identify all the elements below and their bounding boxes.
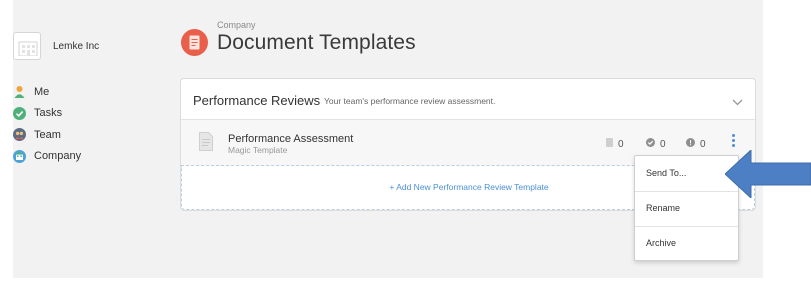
alert-count: 0 <box>686 138 706 150</box>
sidebar-item-label: Me <box>34 85 50 98</box>
company-icon <box>13 149 26 163</box>
chevron-down-icon[interactable] <box>732 93 743 111</box>
template-name: Performance Assessment <box>228 133 354 145</box>
menu-item-rename[interactable]: Rename <box>635 191 738 226</box>
sidebar-item-label: Tasks <box>34 107 63 120</box>
annotation-arrow-icon <box>725 150 811 198</box>
completed-count-value: 0 <box>660 138 666 150</box>
document-icon <box>181 29 208 56</box>
panel-header[interactable]: Performance Reviews Your team's performa… <box>181 79 755 120</box>
template-document-icon <box>199 132 213 156</box>
menu-item-archive[interactable]: Archive <box>635 226 738 261</box>
document-count-icon <box>606 138 613 150</box>
check-circle-icon <box>13 106 26 120</box>
sidebar-item-team[interactable]: Team <box>13 124 81 146</box>
panel-title: Performance Reviews <box>193 93 321 108</box>
template-options-menu: Send To... Rename Archive <box>634 155 739 261</box>
document-count: 0 <box>606 138 624 150</box>
completed-count: 0 <box>646 138 666 150</box>
template-type: Magic Template <box>228 145 288 155</box>
sidebar-nav: Me Tasks Team Company <box>13 81 81 167</box>
sidebar-item-label: Team <box>34 128 61 141</box>
person-icon <box>13 85 26 99</box>
breadcrumb: Company <box>217 20 256 30</box>
alert-count-value: 0 <box>700 138 706 150</box>
team-icon <box>13 128 26 142</box>
page-title: Document Templates <box>217 31 416 54</box>
sidebar-item-me[interactable]: Me <box>13 81 81 103</box>
sidebar-item-tasks[interactable]: Tasks <box>13 103 81 125</box>
alert-count-icon <box>686 138 695 150</box>
panel-description: Your team's performance review assessmen… <box>324 96 496 106</box>
menu-item-send-to[interactable]: Send To... <box>635 156 738 191</box>
check-count-icon <box>646 138 655 150</box>
sidebar-item-label: Company <box>34 150 82 163</box>
org-name: Lemke Inc <box>53 40 100 52</box>
more-options-icon[interactable] <box>732 134 736 149</box>
building-icon <box>13 32 41 60</box>
sidebar-item-company[interactable]: Company <box>13 146 81 168</box>
document-count-value: 0 <box>618 138 624 150</box>
org-switcher[interactable]: Lemke Inc <box>13 32 99 60</box>
